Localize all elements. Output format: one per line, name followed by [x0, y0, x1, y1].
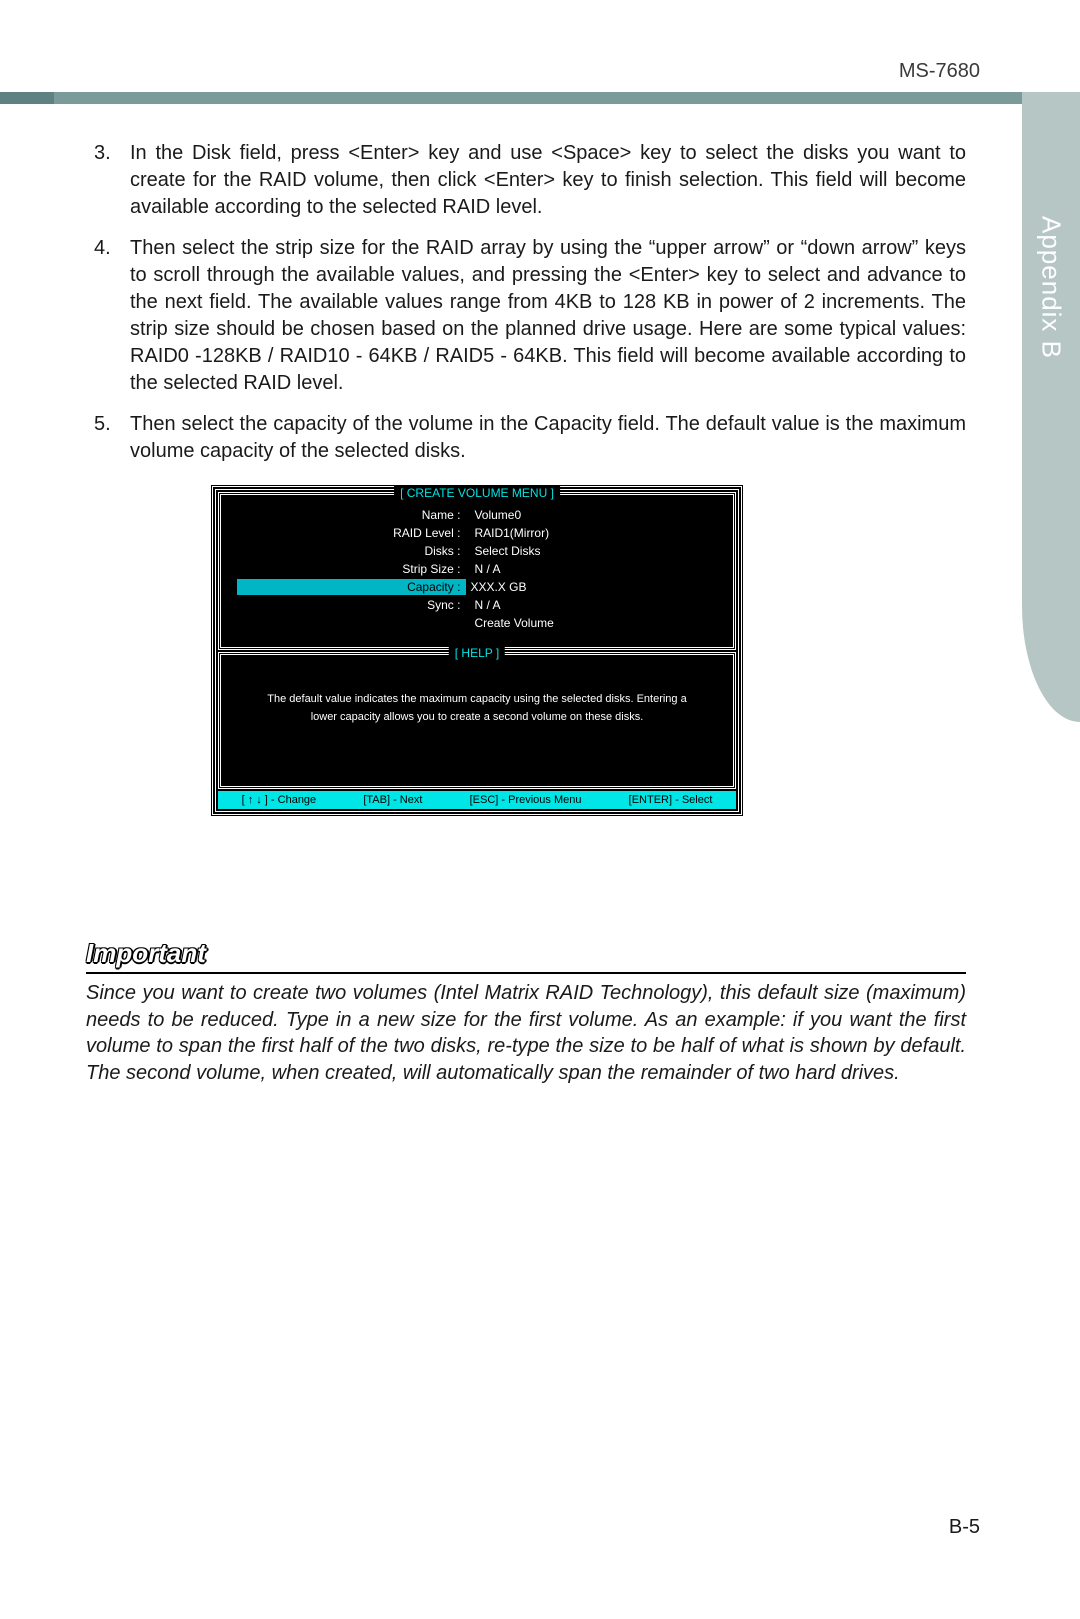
header-divider	[0, 92, 1080, 104]
list-text: Then select the strip size for the RAID …	[130, 237, 966, 394]
key-hint-enter: [ENTER] - Select	[629, 794, 713, 806]
help-text: The default value indicates the maximum …	[235, 665, 719, 772]
important-body: Since you want to create two volumes (In…	[86, 980, 966, 1086]
field-value: Volume0	[468, 507, 717, 523]
bios-footer: [ ↑ ↓ ] - Change [TAB] - Next [ESC] - Pr…	[218, 791, 736, 809]
menu-title: [ CREATE VOLUME MENU ]	[394, 486, 560, 500]
field-label: Disks :	[237, 543, 466, 559]
page-number: B-5	[949, 1516, 980, 1539]
model-number: MS-7680	[899, 60, 980, 83]
side-tab-label: Appendix B	[1036, 216, 1067, 359]
key-hint-tab: [TAB] - Next	[363, 794, 422, 806]
help-panel: [ HELP ] The default value indicates the…	[218, 652, 736, 789]
help-title: [ HELP ]	[449, 646, 505, 660]
field-value: Select Disks	[468, 543, 717, 559]
field-value: RAID1(Mirror)	[468, 525, 717, 541]
field-value-selected: XXX.X GB	[470, 580, 526, 594]
instruction-list: 3. In the Disk field, press <Enter> key …	[86, 140, 966, 479]
list-num: 3.	[94, 140, 111, 167]
field-label-selected: Capacity :	[237, 579, 466, 595]
field-label: Sync :	[237, 597, 466, 613]
field-value: N / A	[468, 561, 717, 577]
list-text: In the Disk field, press <Enter> key and…	[130, 142, 966, 218]
side-tab: Appendix B	[1022, 92, 1080, 722]
field-label: Name :	[237, 507, 466, 523]
create-volume-menu: [ CREATE VOLUME MENU ] Name :Volume0 RAI…	[218, 492, 736, 650]
key-hint-esc: [ESC] - Previous Menu	[470, 794, 582, 806]
list-num: 4.	[94, 235, 111, 262]
field-value: N / A	[468, 597, 717, 613]
important-heading: Important	[86, 938, 206, 969]
bios-screenshot: [ CREATE VOLUME MENU ] Name :Volume0 RAI…	[210, 484, 744, 817]
list-item: 4. Then select the strip size for the RA…	[86, 235, 966, 397]
list-num: 5.	[94, 411, 111, 438]
create-volume-action: Create Volume	[468, 615, 717, 631]
key-hint-change: [ ↑ ↓ ] - Change	[242, 794, 317, 806]
list-item: 3. In the Disk field, press <Enter> key …	[86, 140, 966, 221]
list-text: Then select the capacity of the volume i…	[130, 413, 966, 462]
menu-table: Name :Volume0 RAID Level :RAID1(Mirror) …	[235, 505, 719, 633]
important-rule	[86, 972, 966, 974]
field-label: Strip Size :	[237, 561, 466, 577]
field-label: RAID Level :	[237, 525, 466, 541]
list-item: 5. Then select the capacity of the volum…	[86, 411, 966, 465]
